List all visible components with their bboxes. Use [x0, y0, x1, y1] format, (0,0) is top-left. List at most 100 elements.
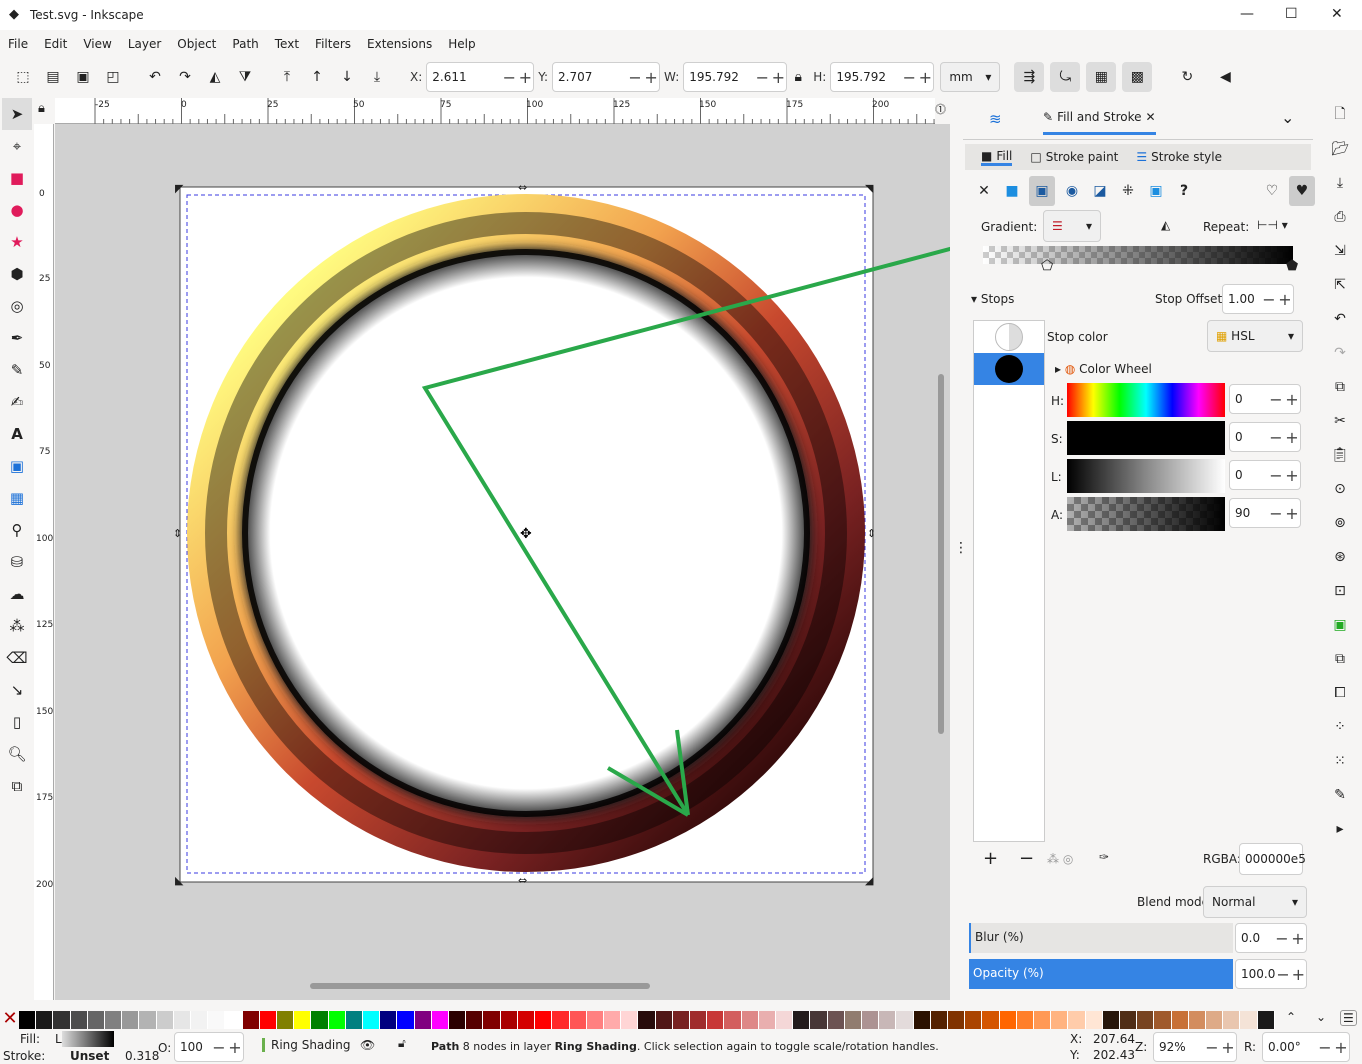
- palette-swatch[interactable]: [242, 1011, 260, 1029]
- repeat-mode-icon[interactable]: ⊢⊣ ▾: [1257, 218, 1288, 232]
- blur-slider[interactable]: Blur (%): [969, 923, 1233, 953]
- new-document-icon[interactable]: 🗋: [1334, 98, 1345, 132]
- no-paint-icon[interactable]: ✕: [973, 176, 995, 206]
- copy-icon[interactable]: ⧉: [1335, 370, 1345, 404]
- hue-field[interactable]: 0− +: [1229, 384, 1301, 414]
- palette-swatch[interactable]: [1240, 1011, 1258, 1029]
- palette-swatch[interactable]: [156, 1011, 174, 1029]
- scale-corners-icon[interactable]: ⤿: [1050, 62, 1081, 92]
- selector-tool-icon[interactable]: ➤: [2, 98, 32, 130]
- palette-swatch[interactable]: [259, 1011, 278, 1029]
- pen-tool-icon[interactable]: ✒: [11, 322, 24, 354]
- flip-horizontal-icon[interactable]: ◭: [200, 62, 230, 92]
- duplicate-icon[interactable]: ▣: [1333, 608, 1346, 642]
- select-all-icon[interactable]: ⬚: [8, 62, 38, 92]
- rotate-ccw-icon[interactable]: ↶: [140, 62, 170, 92]
- zoom-page-icon[interactable]: ⊛: [1334, 540, 1346, 574]
- palette-swatch[interactable]: [569, 1011, 587, 1029]
- menu-text[interactable]: Text: [267, 37, 307, 51]
- opacity-field[interactable]: 100− +: [174, 1032, 244, 1062]
- spiral-tool-icon[interactable]: ◎: [10, 290, 23, 322]
- palette-swatch[interactable]: [1171, 1011, 1189, 1029]
- palette-swatch[interactable]: [741, 1011, 759, 1029]
- fill-stroke-dialog-icon[interactable]: ✎: [1334, 778, 1346, 812]
- palette-swatch[interactable]: [466, 1011, 484, 1029]
- opacity-slider[interactable]: Opacity (%): [969, 959, 1233, 989]
- more-commands-icon[interactable]: ▸: [1336, 812, 1343, 846]
- redo-icon[interactable]: ↷: [1334, 336, 1346, 370]
- rotation-field[interactable]: 0.00° − +: [1262, 1032, 1350, 1062]
- radial-gradient-icon[interactable]: ◉: [1061, 176, 1083, 206]
- select-all-layers-icon[interactable]: ▤: [38, 62, 68, 92]
- palette-swatch[interactable]: [1085, 1011, 1103, 1029]
- ungroup-icon[interactable]: ⁙: [1334, 744, 1346, 778]
- color-mode-dropdown[interactable]: ▦ HSL ▾: [1207, 320, 1303, 352]
- palette-swatch[interactable]: [1257, 1011, 1275, 1029]
- calligraphy-tool-icon[interactable]: ✍: [11, 386, 24, 418]
- palette-swatch[interactable]: [793, 1011, 811, 1029]
- collapse-toolbar-icon[interactable]: ◀: [1210, 62, 1240, 92]
- paint-bucket-tool-icon[interactable]: ⛁: [11, 546, 24, 578]
- stops-list[interactable]: [973, 320, 1045, 842]
- blend-mode-dropdown[interactable]: Normal ▾: [1203, 886, 1307, 918]
- flip-vertical-icon[interactable]: ⧩: [230, 62, 260, 92]
- clone-icon[interactable]: ⧉: [1335, 642, 1345, 676]
- palette-swatch[interactable]: [122, 1011, 140, 1029]
- palette-swatch[interactable]: [294, 1011, 312, 1029]
- rectangle-tool-icon[interactable]: ■: [10, 162, 24, 194]
- palette-swatch[interactable]: [638, 1011, 656, 1029]
- menu-file[interactable]: File: [0, 37, 36, 51]
- zoom-1-1-icon[interactable]: ⓵: [935, 101, 946, 117]
- unset-paint-icon[interactable]: ?: [1173, 176, 1195, 206]
- vertical-ruler[interactable]: 0 25 50 75 100 125 150 175 200: [34, 124, 54, 1000]
- palette-swatch[interactable]: [1102, 1011, 1120, 1029]
- vertical-scrollbar[interactable]: [938, 374, 944, 734]
- saturation-field[interactable]: 0− +: [1229, 422, 1301, 452]
- gradient-stop-handle-selected[interactable]: ⬟: [1286, 258, 1298, 274]
- palette-swatch[interactable]: [1154, 1011, 1172, 1029]
- palette-swatch[interactable]: [913, 1011, 931, 1029]
- saturation-slider[interactable]: [1067, 421, 1225, 455]
- alpha-slider[interactable]: [1067, 497, 1225, 531]
- mesh-tool-icon[interactable]: ▦: [10, 482, 24, 514]
- tab-fill[interactable]: ■ Fill: [981, 149, 1013, 166]
- palette-swatch[interactable]: [965, 1011, 983, 1029]
- palette-swatch[interactable]: [414, 1011, 432, 1029]
- palette-swatch[interactable]: [173, 1011, 192, 1029]
- zoom-selection-icon[interactable]: ⊙: [1334, 472, 1346, 506]
- palette-swatch[interactable]: [896, 1011, 914, 1029]
- export-icon[interactable]: ⇱: [1334, 268, 1346, 302]
- palette-swatch[interactable]: [483, 1011, 501, 1029]
- fill-rule-evenodd-icon[interactable]: ♡: [1261, 176, 1283, 206]
- stop-item-selected[interactable]: [974, 353, 1044, 385]
- rotation-center-icon[interactable]: ✥: [520, 526, 532, 542]
- tab-stroke-paint[interactable]: □ Stroke paint: [1030, 150, 1118, 164]
- palette-swatch[interactable]: [982, 1011, 1000, 1029]
- palette-swatch[interactable]: [861, 1011, 880, 1029]
- palette-swatch[interactable]: [517, 1011, 536, 1029]
- no-color-icon[interactable]: ✕: [1, 1008, 19, 1029]
- palette-swatch[interactable]: [19, 1011, 37, 1029]
- palette-scroll-down-icon[interactable]: ⌄: [1316, 1010, 1326, 1024]
- palette-swatch[interactable]: [53, 1011, 71, 1029]
- menu-object[interactable]: Object: [169, 37, 224, 51]
- paste-icon[interactable]: 📋︎: [1331, 438, 1349, 472]
- stop-item[interactable]: [974, 321, 1044, 353]
- lock-ratio-icon[interactable]: 🔒︎: [787, 62, 809, 92]
- stop-offset-field[interactable]: 1.00− +: [1222, 284, 1294, 314]
- palette-swatch[interactable]: [397, 1011, 415, 1029]
- spray-tool-icon[interactable]: ⁂: [10, 610, 25, 642]
- mesh-gradient-icon[interactable]: ◪: [1089, 176, 1111, 206]
- palette-swatch[interactable]: [844, 1011, 862, 1029]
- palette-swatch[interactable]: [1120, 1011, 1138, 1029]
- zoom-center-icon[interactable]: ⊡: [1334, 574, 1346, 608]
- blur-field[interactable]: 0.0− +: [1235, 923, 1307, 953]
- palette-swatch[interactable]: [1137, 1011, 1155, 1029]
- undo-icon[interactable]: ↶: [1334, 302, 1346, 336]
- transform-patterns-icon[interactable]: ▩: [1122, 62, 1153, 92]
- save-icon[interactable]: ⤓: [1337, 166, 1343, 200]
- palette-swatch[interactable]: [930, 1011, 948, 1029]
- palette-swatch[interactable]: [345, 1011, 364, 1029]
- print-icon[interactable]: ⎙: [1334, 200, 1345, 234]
- palette-swatch[interactable]: [672, 1011, 690, 1029]
